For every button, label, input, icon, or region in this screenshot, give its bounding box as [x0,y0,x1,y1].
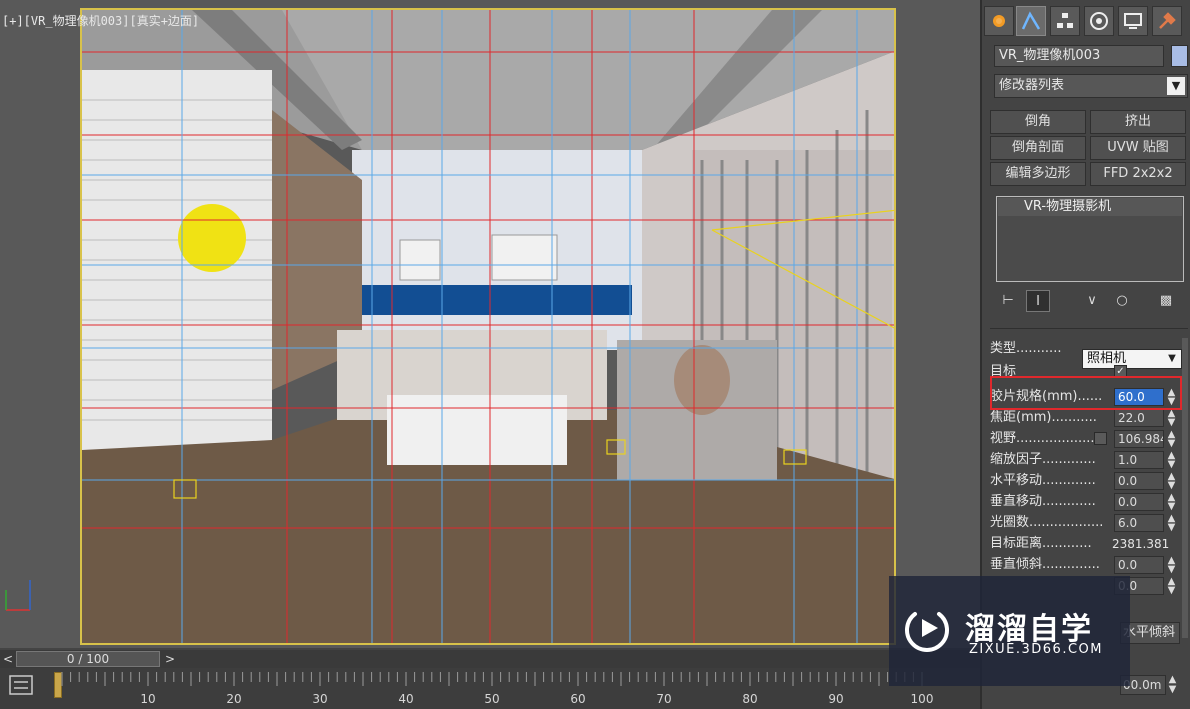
create-icon [993,15,1005,27]
param-row-fov: 视野................... 106.984 ▲ ▼ [990,429,1176,449]
track-bar[interactable]: 10 20 30 40 50 60 70 80 90 100 [0,668,980,709]
viewport-label[interactable]: [+][VR_物理像机003][真实+边面] [2,12,199,29]
target-distance-label: 目标距离............ [990,536,1092,551]
spinner-icon[interactable]: ▲ ▼ [1167,472,1176,491]
modifier-list-label: 修改器列表 [999,78,1065,93]
coffee-table [387,395,567,465]
create-tab[interactable] [984,6,1014,36]
hierarchy-tab[interactable] [1050,6,1080,36]
utilities-tab[interactable] [1152,6,1182,36]
display-tab[interactable] [1118,6,1148,36]
track-bar-icon[interactable] [8,674,34,696]
motion-icon [1090,12,1108,30]
spinner-icon[interactable]: ▲ ▼ [1168,675,1177,695]
param-row-f-number: 光圈数.................. 6.0 ▲ ▼ [990,513,1176,533]
uvw-map-button[interactable]: UVW 贴图 [1090,136,1186,160]
edit-poly-button[interactable]: 编辑多边形 [990,162,1086,186]
focal-length-input[interactable]: 22.0 [1114,409,1164,427]
spinner-icon[interactable]: ▲ ▼ [1167,514,1176,533]
spinner-icon[interactable]: ▲ ▼ [1167,430,1176,449]
viewport-perspective[interactable]: [+][VR_物理像机003][真实+边面] [0,0,980,648]
stack-item-vray-camera[interactable]: VR-物理摄影机 [998,198,1182,216]
zoom-factor-input[interactable]: 1.0 [1114,451,1164,469]
display-icon [1124,13,1142,29]
param-row-focal-length: 焦距(mm)........... 22.0 ▲ ▼ [990,408,1176,428]
zoom-factor-label: 缩放因子............. [990,452,1096,467]
fov-input[interactable]: 106.984 [1114,430,1164,448]
horizontal-shift-label: 水平移动............. [990,473,1096,488]
ruler-label: 60 [570,692,585,706]
spinner-icon[interactable]: ▲ ▼ [1167,409,1176,428]
ffd-button[interactable]: FFD 2x2x2 [1090,162,1186,186]
type-row: 类型........... 照相机 ▼ [990,339,1182,369]
axis-tripod-icon [5,580,31,611]
watermark-subtitle: ZIXUE.3D66.COM [969,642,1103,657]
configure-sets-icon[interactable]: ▩ [1154,290,1178,312]
vertical-tilt-label: 垂直倾斜.............. [990,557,1100,572]
utilities-icon [1159,12,1176,29]
make-unique-icon[interactable]: ∨ [1080,290,1104,312]
remove-modifier-icon[interactable]: ○ [1110,290,1134,312]
motion-tab[interactable] [1084,6,1114,36]
extrude-button[interactable]: 挤出 [1090,110,1186,134]
modify-tab[interactable] [1016,6,1046,36]
timeline: < 0 / 100 > 10 20 30 40 50 60 70 80 90 100 [0,648,980,709]
ruler-label: 50 [484,692,499,706]
stack-toolbar: ⊢ I ∨ ○ ▩ [996,290,1186,314]
spinner-icon[interactable]: ▲ ▼ [1167,556,1176,575]
f-number-input[interactable]: 6.0 [1114,514,1164,532]
ruler-label: 90 [828,692,843,706]
time-next-button[interactable]: > [162,650,178,668]
panel-scrollbar[interactable] [1182,338,1188,638]
pin-stack-icon[interactable]: ⊢ [996,290,1020,312]
param-row-zoom-factor: 缩放因子............. 1.0 ▲ ▼ [990,450,1176,470]
ruler-label: 70 [656,692,671,706]
ruler-label: 100 [911,692,934,706]
hierarchy-icon [1057,13,1073,28]
ruler-label: 20 [226,692,241,706]
ruler-label: 40 [398,692,413,706]
focal-length-label: 焦距(mm)........... [990,410,1097,425]
param-row-horizontal-shift: 水平移动............. 0.0 ▲ ▼ [990,471,1176,491]
horizontal-shift-input[interactable]: 0.0 [1114,472,1164,490]
modify-icon [1021,11,1041,30]
spinner-icon[interactable]: ▲ ▼ [1167,493,1176,512]
vertical-tilt-input[interactable]: 0.0 [1114,556,1164,574]
play-logo-icon [905,612,949,652]
modifier-stack[interactable]: VR-物理摄影机 [996,196,1184,282]
f-number-label: 光圈数.................. [990,515,1104,530]
object-name-field[interactable]: VR_物理像机003 [994,45,1164,67]
highlight-box [990,376,1182,410]
param-row-vertical-tilt: 垂直倾斜.............. 0.0 ▲ ▼ [990,555,1176,575]
fov-checkbox[interactable] [1094,432,1107,445]
vertical-shift-input[interactable]: 0.0 [1114,493,1164,511]
spinner-icon[interactable]: ▲ ▼ [1167,451,1176,470]
object-color-swatch[interactable] [1171,45,1188,67]
time-slider-thumb[interactable]: 0 / 100 [16,651,160,667]
frame-ruler[interactable]: 10 20 30 40 50 60 70 80 90 100 [58,672,958,708]
ruler-label: 10 [140,692,155,706]
bevel-profile-button[interactable]: 倒角剖面 [990,136,1086,160]
target-distance-value: 2381.381 [1112,537,1170,551]
safe-frame [80,8,896,645]
watermark: 溜溜自学 ZIXUE.3D66.COM [889,576,1130,686]
spinner-icon[interactable]: ▲ ▼ [1167,577,1176,596]
time-prev-button[interactable]: < [0,650,16,668]
teddy-bear [674,345,730,415]
ruler-label: 80 [742,692,757,706]
chevron-down-icon: ▼ [1167,77,1185,95]
light-glow [178,204,246,272]
show-end-result-icon[interactable]: I [1026,290,1050,312]
command-panel-tabs [984,6,1188,36]
bevel-button[interactable]: 倒角 [990,110,1086,134]
ruler-label: 30 [312,692,327,706]
modifier-list-dropdown[interactable]: 修改器列表 ▼ [994,74,1188,98]
time-slider[interactable]: < 0 / 100 > [0,650,980,668]
scene-render [82,10,894,643]
param-row-target-distance: 目标距离............ 2381.381 [990,534,1176,554]
param-row-vertical-shift: 垂直移动............. 0.0 ▲ ▼ [990,492,1176,512]
vertical-shift-label: 垂直移动............. [990,494,1096,509]
